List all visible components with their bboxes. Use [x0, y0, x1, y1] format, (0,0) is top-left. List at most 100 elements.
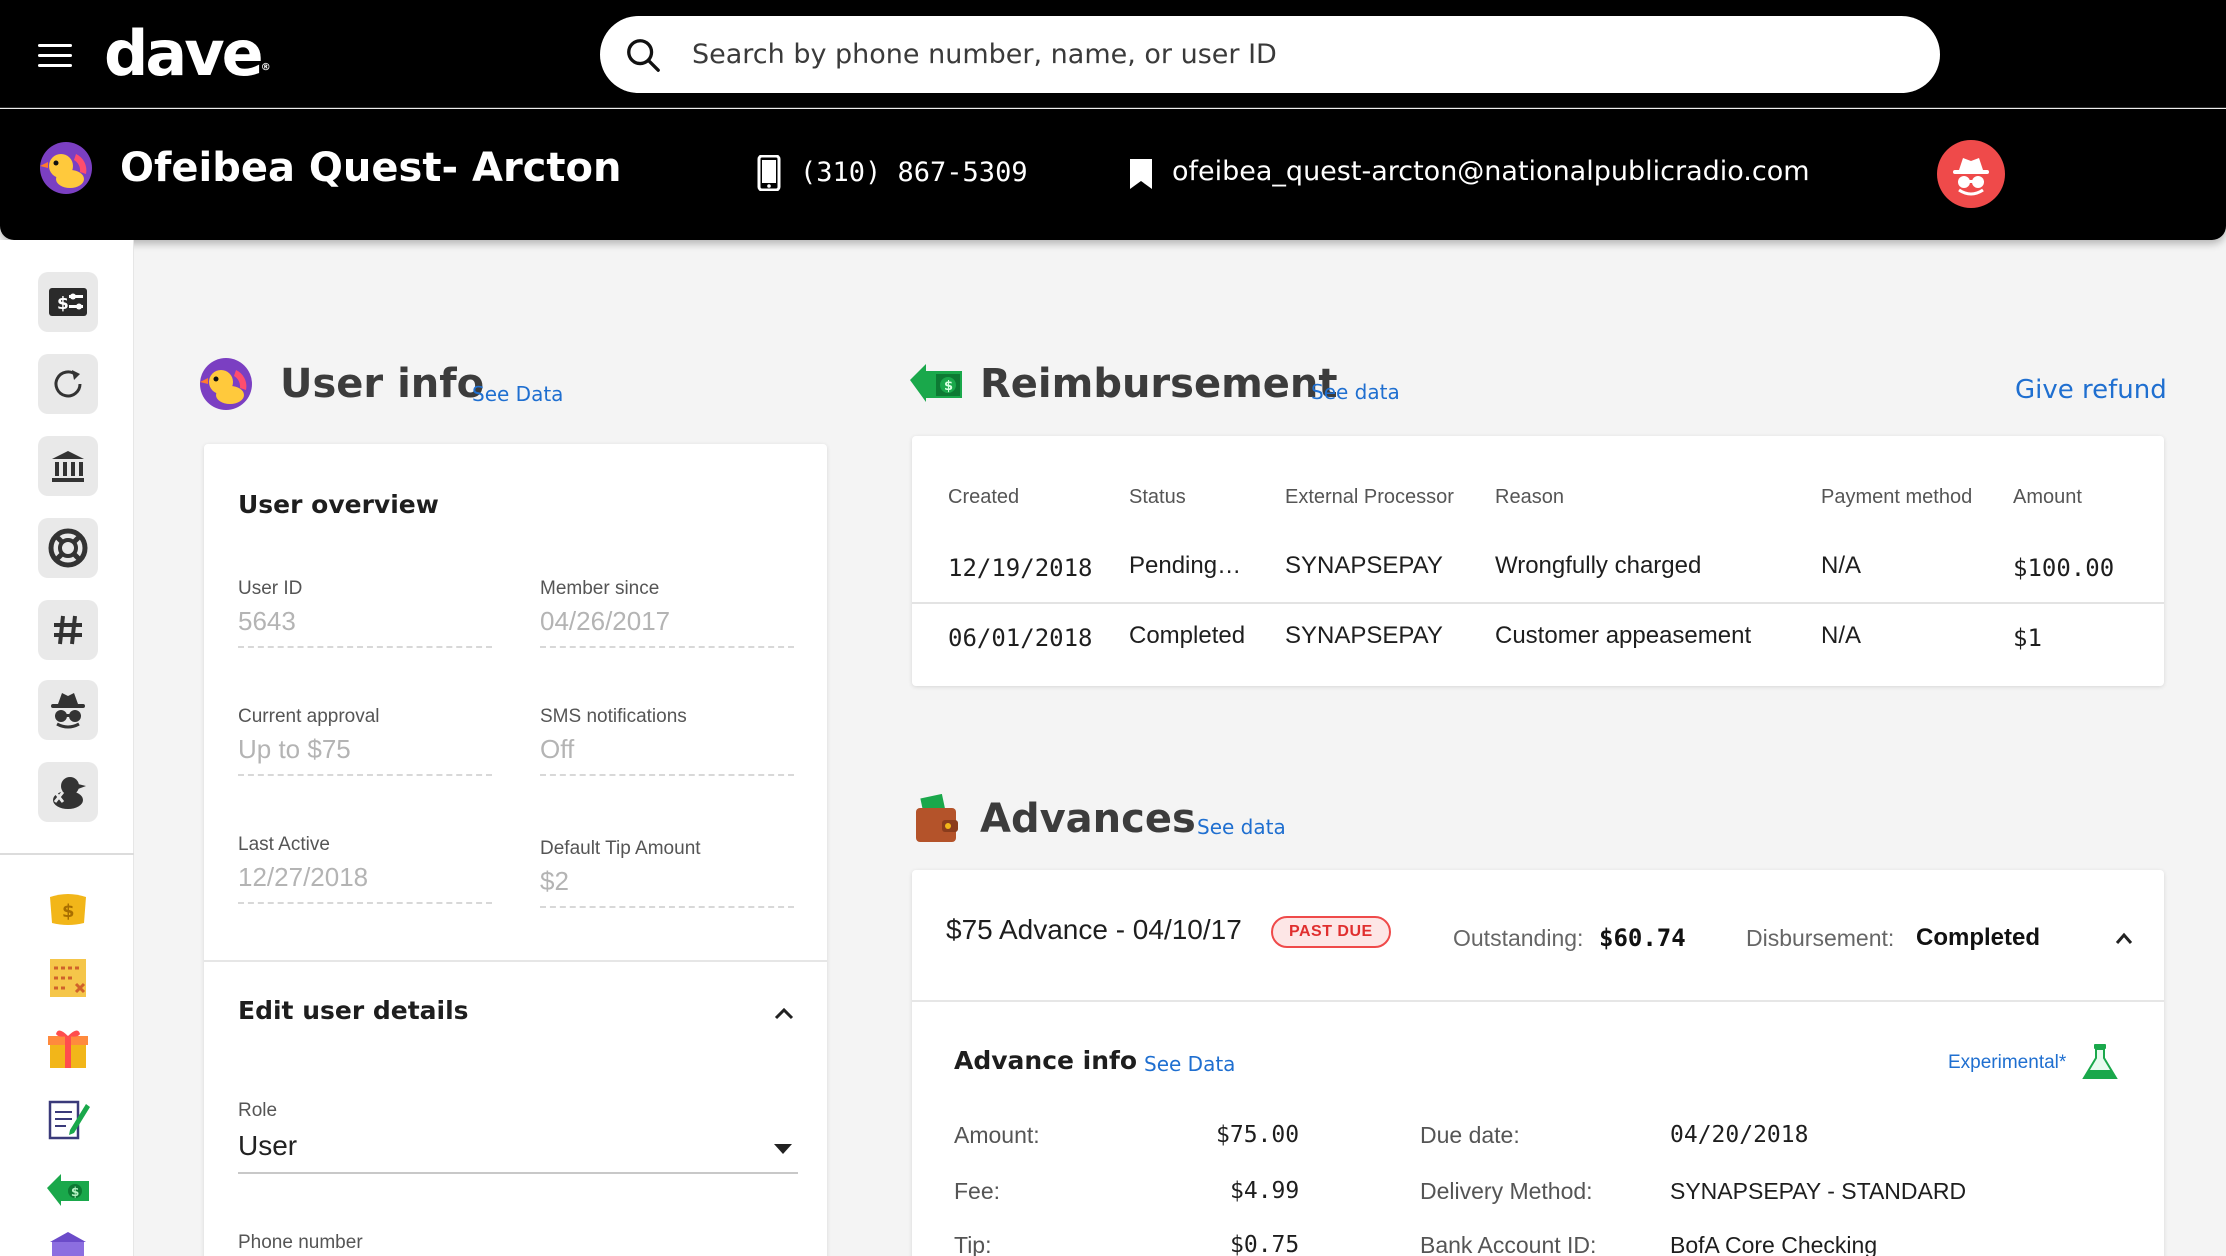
money-settings-icon: $ — [49, 288, 87, 316]
search-icon — [627, 39, 660, 72]
money-back-icon: $ — [910, 364, 962, 402]
sidebar-item-receipt[interactable] — [44, 954, 92, 1002]
delivery-method-value: SYNAPSEPAY - STANDARD — [1670, 1178, 1967, 1204]
role-selected-value: User — [238, 1130, 298, 1161]
tip-label: Tip: — [954, 1232, 992, 1256]
sms-notifications-value: Off — [540, 734, 794, 776]
reimbursement-table: Created Status External Processor Reason… — [912, 436, 2164, 686]
edit-user-details-title[interactable]: Edit user details — [238, 996, 469, 1025]
cell-status: Pending… — [1129, 552, 1242, 579]
sidebar-item-bank[interactable] — [38, 436, 98, 496]
sidebar-item-support[interactable] — [38, 518, 98, 578]
current-approval-label: Current approval — [238, 706, 380, 727]
due-date-label: Due date: — [1420, 1122, 1520, 1148]
sms-notifications-label: SMS notifications — [540, 706, 687, 727]
top-bar: dave® — [0, 0, 2226, 108]
column-header-processor: External Processor — [1285, 486, 1454, 508]
delivery-method-label: Delivery Method: — [1420, 1178, 1593, 1204]
column-header-status: Status — [1129, 486, 1186, 508]
current-approval-value: Up to $75 — [238, 734, 492, 776]
role-label: Role — [238, 1100, 278, 1121]
give-refund-link[interactable]: Give refund — [2015, 375, 2167, 405]
bank-account-value: BofA Core Checking — [1670, 1232, 1878, 1256]
duck-avatar — [40, 142, 92, 194]
column-header-amount: Amount — [2013, 486, 2082, 508]
dave-logo[interactable]: dave® — [104, 18, 271, 90]
cell-amount: $1 — [2013, 624, 2042, 652]
fee-value: $4.99 — [1230, 1178, 1300, 1204]
bank-icon — [52, 451, 84, 482]
cell-reason: Customer appeasement — [1495, 622, 1752, 649]
money-back-icon: $ — [47, 1174, 89, 1206]
card-divider — [912, 1000, 2164, 1002]
experimental-link[interactable]: Experimental* — [1948, 1052, 2066, 1074]
outstanding-value: $60.74 — [1599, 924, 1686, 952]
sidebar-item-duck[interactable] — [38, 762, 98, 822]
column-header-payment-method: Payment method — [1821, 486, 1973, 508]
advance-title[interactable]: $75 Advance - 04/10/17 — [946, 914, 1242, 946]
hashtag-icon — [54, 615, 82, 645]
sidebar-item-incognito[interactable] — [38, 680, 98, 740]
caret-down-icon — [774, 1144, 792, 1154]
advance-info-see-data-link[interactable]: See Data — [1144, 1052, 1235, 1076]
svg-text:$: $ — [944, 379, 953, 394]
bank-account-label: Bank Account ID: — [1420, 1232, 1597, 1256]
cell-created: 12/19/2018 — [948, 554, 1093, 582]
duck-icon — [53, 777, 86, 809]
chevron-up-icon[interactable] — [772, 1004, 796, 1022]
gift-icon — [48, 1030, 88, 1068]
cell-processor: SYNAPSEPAY — [1285, 552, 1443, 579]
receipt-icon — [50, 959, 86, 997]
default-tip-label: Default Tip Amount — [540, 838, 701, 859]
advances-see-data-link[interactable]: See data — [1197, 815, 1286, 839]
search-bar[interactable] — [600, 16, 1940, 93]
sidebar-item-hashtag[interactable] — [38, 600, 98, 660]
sidebar-item-refresh[interactable] — [38, 354, 98, 414]
phone-icon — [757, 155, 781, 191]
cell-status: Completed — [1129, 622, 1246, 649]
user-info-see-data-link[interactable]: See Data — [472, 382, 563, 406]
sidebar-item-bank-purple[interactable] — [44, 1230, 92, 1256]
user-info-title: User info — [280, 361, 485, 407]
sidebar-item-money-back[interactable]: $ — [44, 1164, 92, 1212]
outstanding-label: Outstanding: — [1453, 925, 1584, 951]
disbursement-label: Disbursement: — [1746, 925, 1895, 951]
sidebar-item-money-settings[interactable]: $ — [38, 272, 98, 332]
duck-avatar-icon — [200, 358, 252, 410]
user-phone[interactable]: (310) 867-5309 — [800, 157, 1028, 188]
cell-payment-method: N/A — [1821, 552, 1862, 579]
refresh-icon — [54, 370, 82, 398]
last-active-value: 12/27/2018 — [238, 862, 492, 904]
user-email[interactable]: ofeibea_quest-arcton@nationalpublicradio… — [1172, 156, 1810, 187]
user-id-label: User ID — [238, 578, 303, 599]
incognito-icon — [1953, 158, 1989, 196]
chevron-up-icon[interactable] — [2114, 931, 2134, 945]
default-tip-value: $2 — [540, 866, 794, 908]
cell-amount: $100.00 — [2013, 554, 2115, 582]
phone-number-label: Phone number — [238, 1232, 363, 1253]
last-active-label: Last Active — [238, 834, 330, 855]
hamburger-menu-icon[interactable] — [38, 44, 72, 68]
row-divider — [912, 602, 2164, 604]
svg-text:$: $ — [71, 1185, 79, 1199]
tip-value: $0.75 — [1230, 1232, 1300, 1256]
advance-card: $75 Advance - 04/10/17 PAST DUE Outstand… — [912, 870, 2164, 1256]
cell-reason: Wrongfully charged — [1495, 552, 1702, 579]
user-info-card: User overview User ID 5643 Member since … — [204, 444, 827, 1256]
reimbursement-see-data-link[interactable]: See data — [1311, 380, 1400, 404]
cell-created: 06/01/2018 — [948, 624, 1093, 652]
lifebuoy-icon — [48, 528, 88, 568]
user-name: Ofeibea Quest- Arcton — [120, 145, 622, 191]
role-select[interactable]: User — [238, 1124, 798, 1174]
incognito-button[interactable] — [1937, 140, 2005, 208]
user-id-value: 5643 — [238, 606, 492, 648]
advances-title: Advances — [980, 796, 1196, 842]
search-input[interactable] — [692, 28, 1912, 80]
sidebar-item-gift[interactable] — [44, 1024, 92, 1072]
card-divider — [204, 960, 827, 962]
bank-purple-icon — [50, 1232, 86, 1256]
due-date-value: 04/20/2018 — [1670, 1122, 1809, 1148]
sidebar-item-money-bag[interactable]: $ — [44, 884, 92, 932]
past-due-badge: PAST DUE — [1271, 916, 1391, 948]
sidebar-item-notepad[interactable] — [44, 1094, 92, 1142]
